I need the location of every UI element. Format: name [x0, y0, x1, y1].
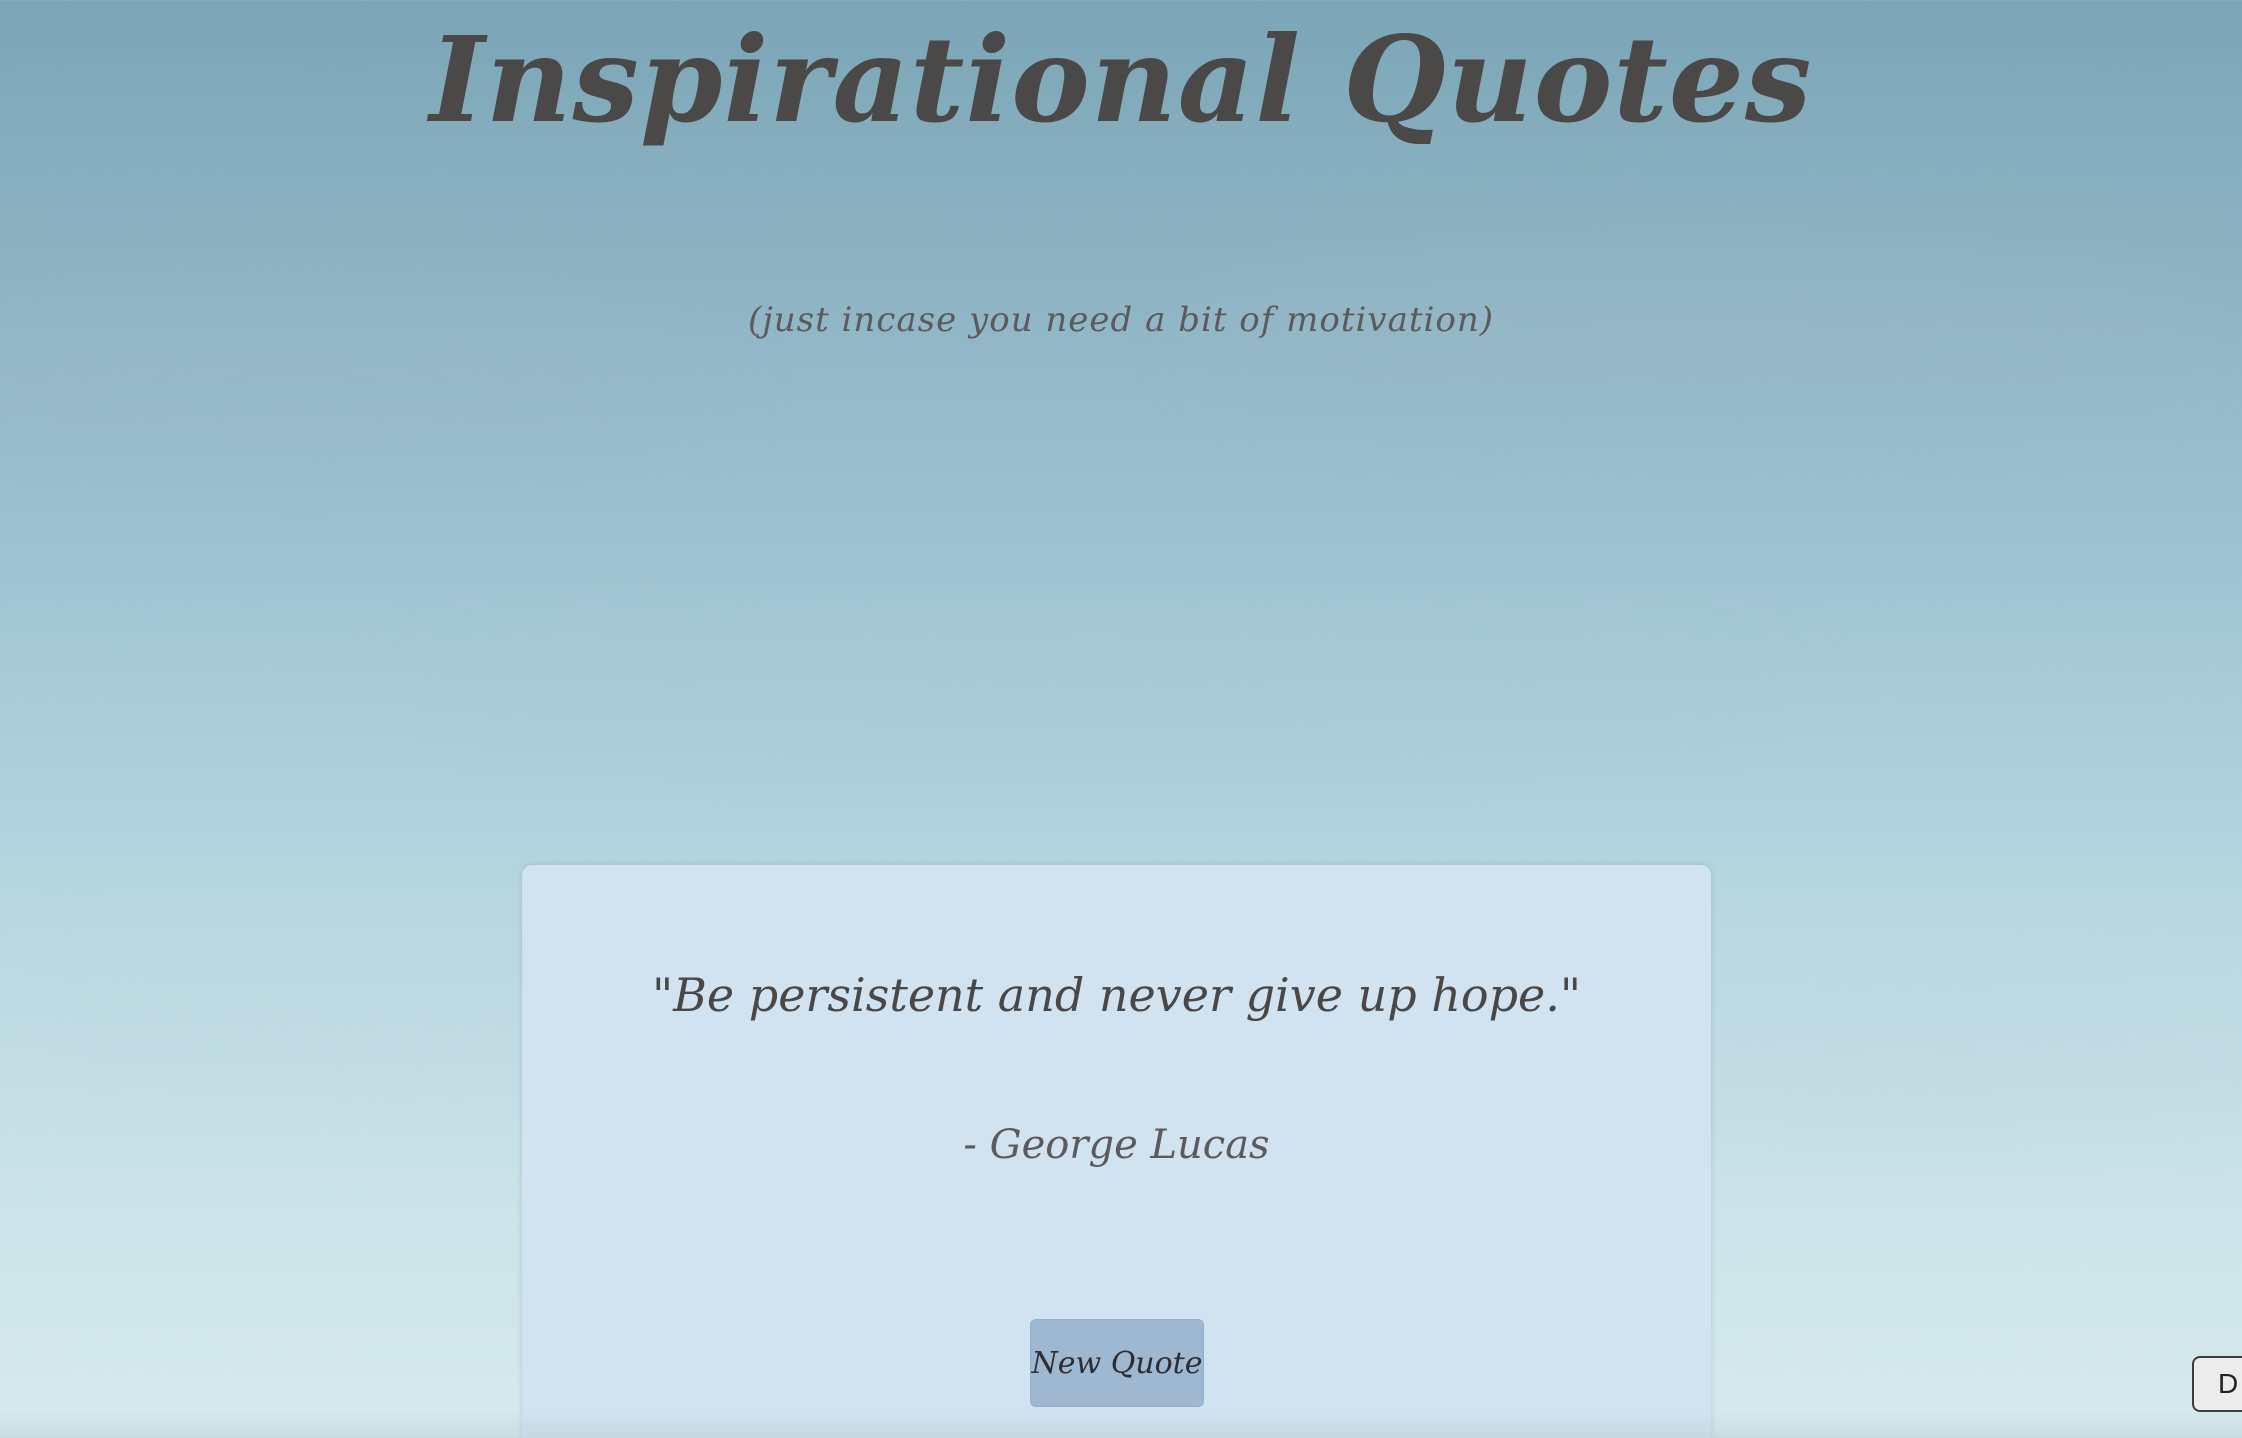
quote-author: - George Lucas — [963, 1122, 1270, 1168]
corner-widget-button[interactable]: D — [2192, 1356, 2242, 1412]
page-subtitle: (just incase you need a bit of motivatio… — [747, 300, 1495, 340]
new-quote-button[interactable]: New Quote — [1030, 1319, 1204, 1407]
page-title: Inspirational Quotes — [429, 10, 1813, 149]
quote-text: "Be persistent and never give up hope." — [651, 968, 1582, 1022]
quote-card: "Be persistent and never give up hope." … — [522, 865, 1711, 1438]
